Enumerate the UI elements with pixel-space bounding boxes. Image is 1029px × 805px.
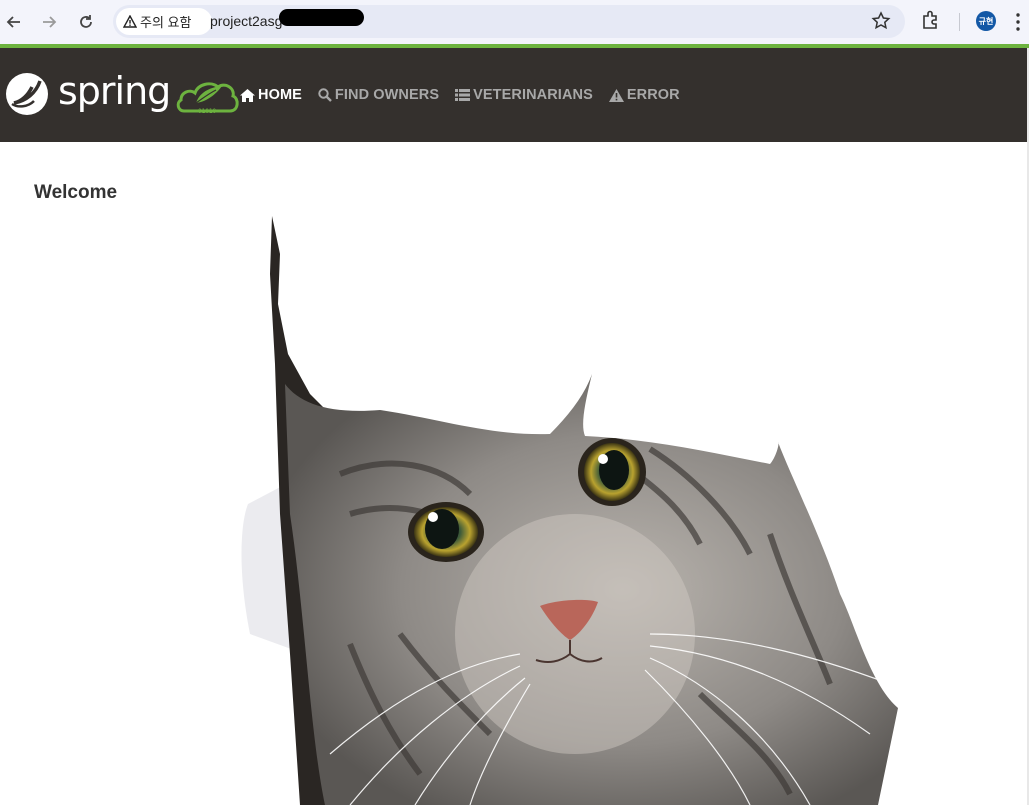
nav-home[interactable]: HOME [240, 87, 302, 103]
back-button[interactable] [1, 9, 27, 35]
search-icon [318, 88, 332, 102]
home-icon [240, 88, 255, 102]
page-title: Welcome [34, 182, 118, 203]
bookmark-star-icon[interactable] [871, 11, 891, 31]
spring-leaf-icon [6, 73, 48, 115]
petclinic-cloud-icon: 01010 [176, 82, 239, 115]
nav-veterinarians[interactable]: VETERINARIANS [455, 87, 593, 103]
forward-button[interactable] [36, 9, 62, 35]
warning-icon [608, 88, 624, 102]
forward-arrow-icon [43, 16, 57, 28]
redaction-mark [279, 9, 364, 26]
brand-text: spring [58, 69, 171, 113]
nav-find-owners[interactable]: FIND OWNERS [318, 87, 439, 103]
nav-error[interactable]: ERROR [608, 87, 680, 103]
reload-icon [80, 15, 92, 28]
url-text: project2asg [210, 13, 283, 29]
nav-find-owners-label: FIND OWNERS [334, 87, 440, 103]
toolbar-divider [959, 13, 960, 31]
kebab-menu-icon[interactable] [1015, 12, 1021, 32]
pets-cat-image [241, 216, 898, 805]
security-label: 주의 요함 [140, 15, 192, 30]
site-navbar: spring 01010 HOME FIND OWNERS VETERINARI… [0, 48, 1029, 142]
warning-icon [123, 15, 137, 28]
reload-button[interactable] [73, 9, 99, 35]
svg-text:01010: 01010 [198, 108, 216, 115]
nav-error-label: ERROR [626, 87, 680, 103]
nav-veterinarians-label: VETERINARIANS [473, 87, 593, 103]
spring-logo[interactable]: spring 01010 [4, 71, 240, 117]
security-chip[interactable]: 주의 요함 [116, 8, 212, 35]
address-bar[interactable]: 주의 요함 project2asg [113, 5, 905, 38]
profile-initials: 규현 [978, 16, 994, 26]
extensions-icon[interactable] [920, 9, 942, 31]
browser-toolbar: 주의 요함 project2asg 규현 [0, 0, 1029, 44]
back-arrow-icon [6, 16, 20, 28]
list-icon [455, 89, 471, 101]
nav-home-label: HOME [258, 87, 302, 103]
profile-avatar[interactable]: 규현 [976, 11, 996, 31]
nav-links: HOME FIND OWNERS VETERINARIANS ERROR [240, 87, 696, 103]
